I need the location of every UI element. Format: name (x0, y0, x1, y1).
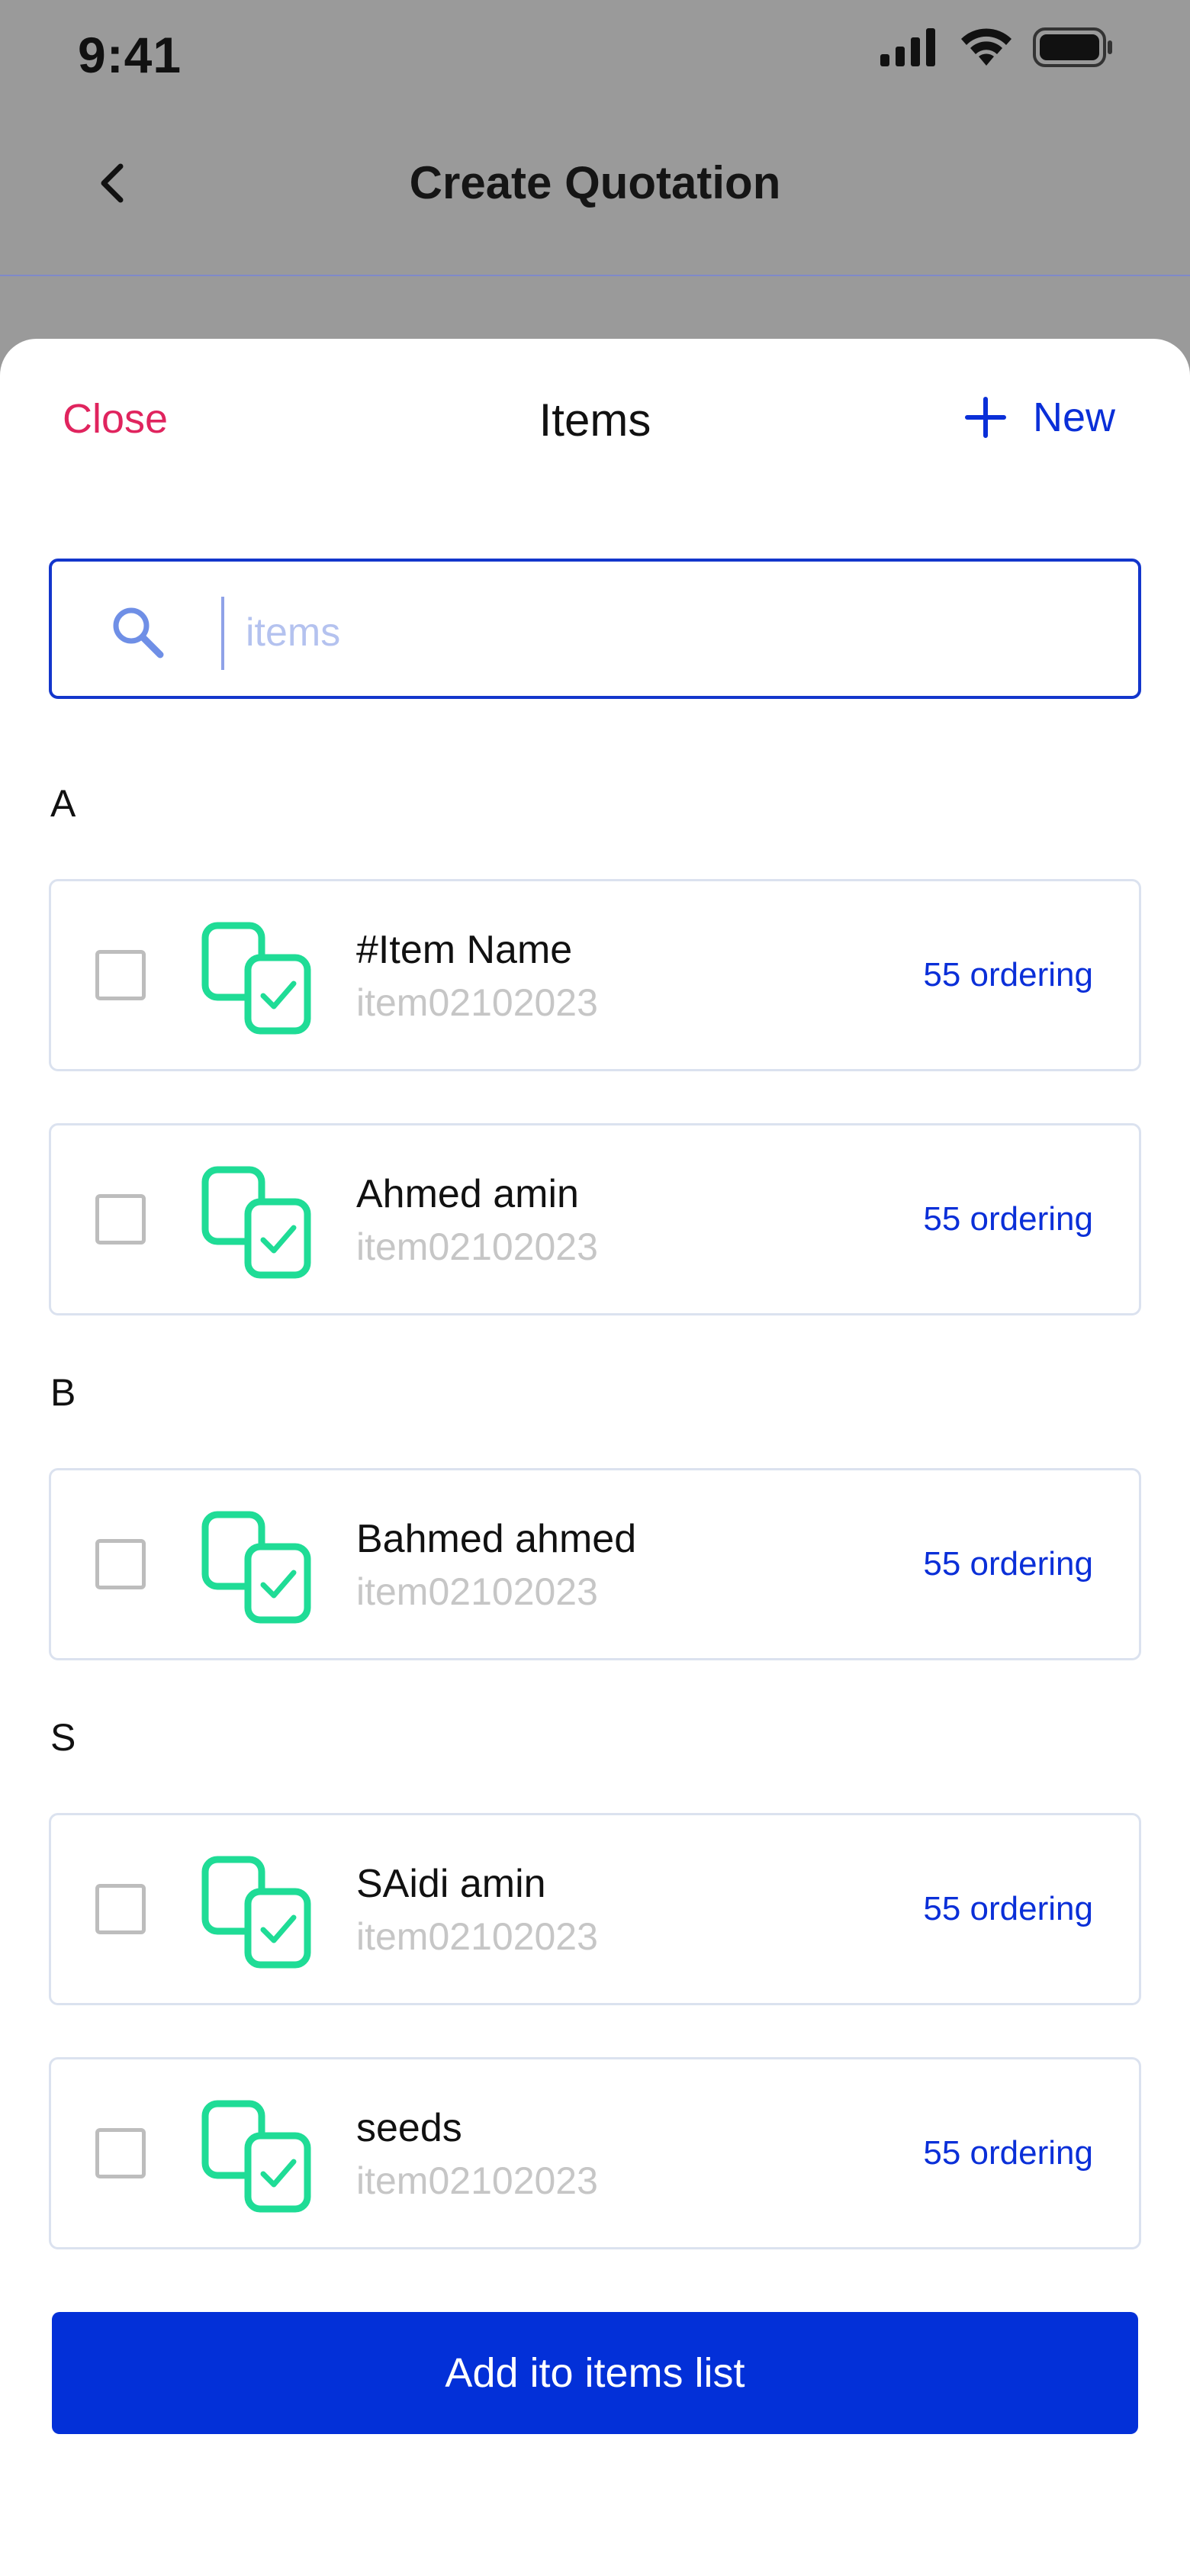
items-icon (201, 922, 311, 1035)
item-ordering: 55 ordering (923, 956, 1093, 993)
add-button-label: Add ito items list (445, 2350, 745, 2396)
item-name: SAidi amin (356, 1862, 546, 1906)
section-letter: B (50, 1371, 76, 1414)
add-to-items-list-button[interactable]: Add ito items list (52, 2312, 1138, 2434)
status-icons (880, 27, 1114, 67)
items-icon (201, 1166, 311, 1279)
item-row[interactable]: #Item Name item02102023 55 ordering (49, 879, 1141, 1071)
item-ordering: 55 ordering (923, 2134, 1093, 2172)
items-icon (201, 1856, 311, 1969)
item-code: item02102023 (356, 1570, 598, 1613)
item-ordering: 55 ordering (923, 1545, 1093, 1583)
item-checkbox[interactable] (95, 2128, 146, 2178)
status-time: 9:41 (78, 27, 182, 83)
signal-icon (880, 28, 935, 66)
item-checkbox[interactable] (95, 1194, 146, 1245)
status-bar: 9:41 (0, 0, 1190, 107)
item-checkbox[interactable] (95, 1884, 146, 1934)
search-input[interactable] (244, 595, 1086, 670)
item-ordering: 55 ordering (923, 1200, 1093, 1238)
search-box[interactable] (49, 559, 1141, 699)
wifi-icon (961, 28, 1011, 66)
items-sheet: Close Items New A #Item Name item0210202… (0, 339, 1190, 2576)
search-cursor (221, 597, 224, 670)
new-item-label: New (1032, 394, 1115, 440)
plus-icon (964, 397, 1006, 438)
item-checkbox[interactable] (95, 1539, 146, 1589)
item-row[interactable]: Ahmed amin item02102023 55 ordering (49, 1123, 1141, 1315)
item-checkbox[interactable] (95, 950, 146, 1000)
item-name: #Item Name (356, 928, 573, 972)
page-title: Create Quotation (409, 157, 781, 208)
item-row[interactable]: seeds item02102023 55 ordering (49, 2057, 1141, 2249)
item-code: item02102023 (356, 981, 598, 1024)
item-code: item02102023 (356, 1225, 598, 1268)
section-letter: A (50, 782, 76, 825)
item-code: item02102023 (356, 2159, 598, 2202)
item-name: Ahmed amin (356, 1172, 579, 1216)
item-row[interactable]: Bahmed ahmed item02102023 55 ordering (49, 1468, 1141, 1660)
items-icon (201, 1511, 311, 1624)
battery-icon (1033, 27, 1112, 67)
item-name: Bahmed ahmed (356, 1517, 637, 1561)
search-icon (113, 607, 164, 658)
new-item-button[interactable]: New (964, 394, 1115, 441)
item-ordering: 55 ordering (923, 1890, 1093, 1927)
section-letter: S (50, 1716, 76, 1759)
item-row[interactable]: SAidi amin item02102023 55 ordering (49, 1813, 1141, 2005)
item-name: seeds (356, 2106, 462, 2150)
items-icon (201, 2100, 311, 2213)
item-code: item02102023 (356, 1915, 598, 1958)
